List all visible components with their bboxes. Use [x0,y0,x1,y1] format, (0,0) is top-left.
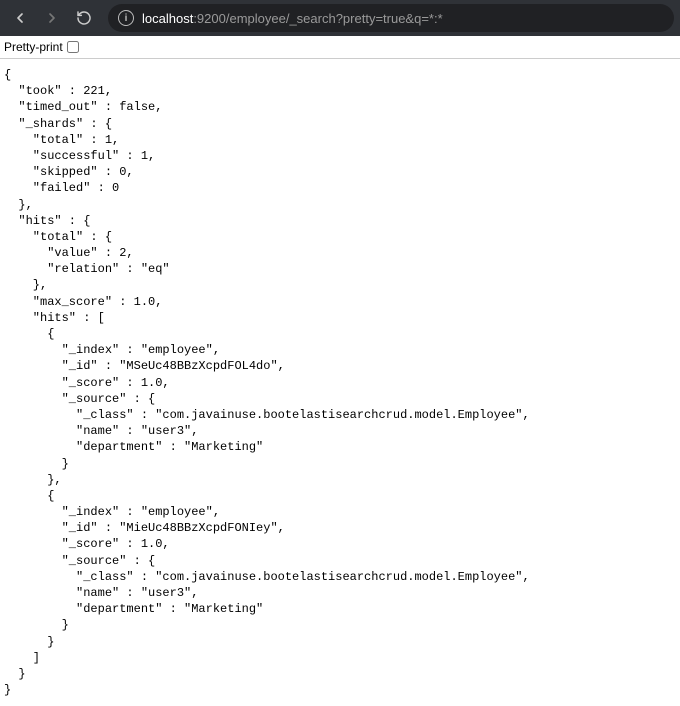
json-response-body: { "took" : 221, "timed_out" : false, "_s… [0,59,680,706]
browser-navbar: i localhost:9200/employee/_search?pretty… [0,0,680,36]
back-button[interactable] [6,4,34,32]
pretty-print-checkbox[interactable] [67,41,79,53]
forward-button[interactable] [38,4,66,32]
pretty-print-toolbar: Pretty-print [0,36,680,59]
url-bar[interactable]: i localhost:9200/employee/_search?pretty… [108,4,674,32]
pretty-print-label: Pretty-print [4,40,63,54]
reload-button[interactable] [70,4,98,32]
url-text: localhost:9200/employee/_search?pretty=t… [142,11,443,26]
info-icon[interactable]: i [118,10,134,26]
